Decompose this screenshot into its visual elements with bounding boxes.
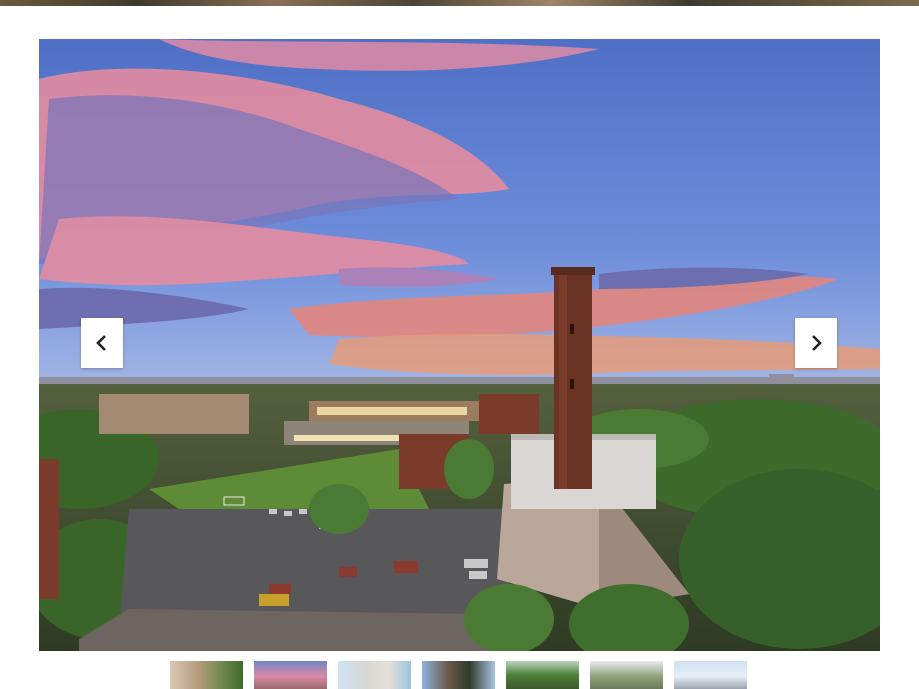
chevron-right-icon [812, 335, 822, 351]
top-image-strip [0, 0, 919, 6]
next-image-button[interactable] [795, 318, 837, 368]
thumbnail-6[interactable] [590, 661, 663, 689]
chevron-left-icon [96, 335, 106, 351]
thumbnail-1[interactable] [170, 661, 243, 689]
thumbnail-3[interactable] [338, 661, 411, 689]
thumbnail-7[interactable] [674, 661, 747, 689]
photo-gallery [39, 39, 880, 651]
thumbnail-2[interactable] [254, 661, 327, 689]
thumbnail-strip [170, 661, 747, 689]
main-photo [39, 39, 880, 651]
thumbnail-4[interactable] [422, 661, 495, 689]
thumbnail-5[interactable] [506, 661, 579, 689]
previous-image-button[interactable] [81, 318, 123, 368]
